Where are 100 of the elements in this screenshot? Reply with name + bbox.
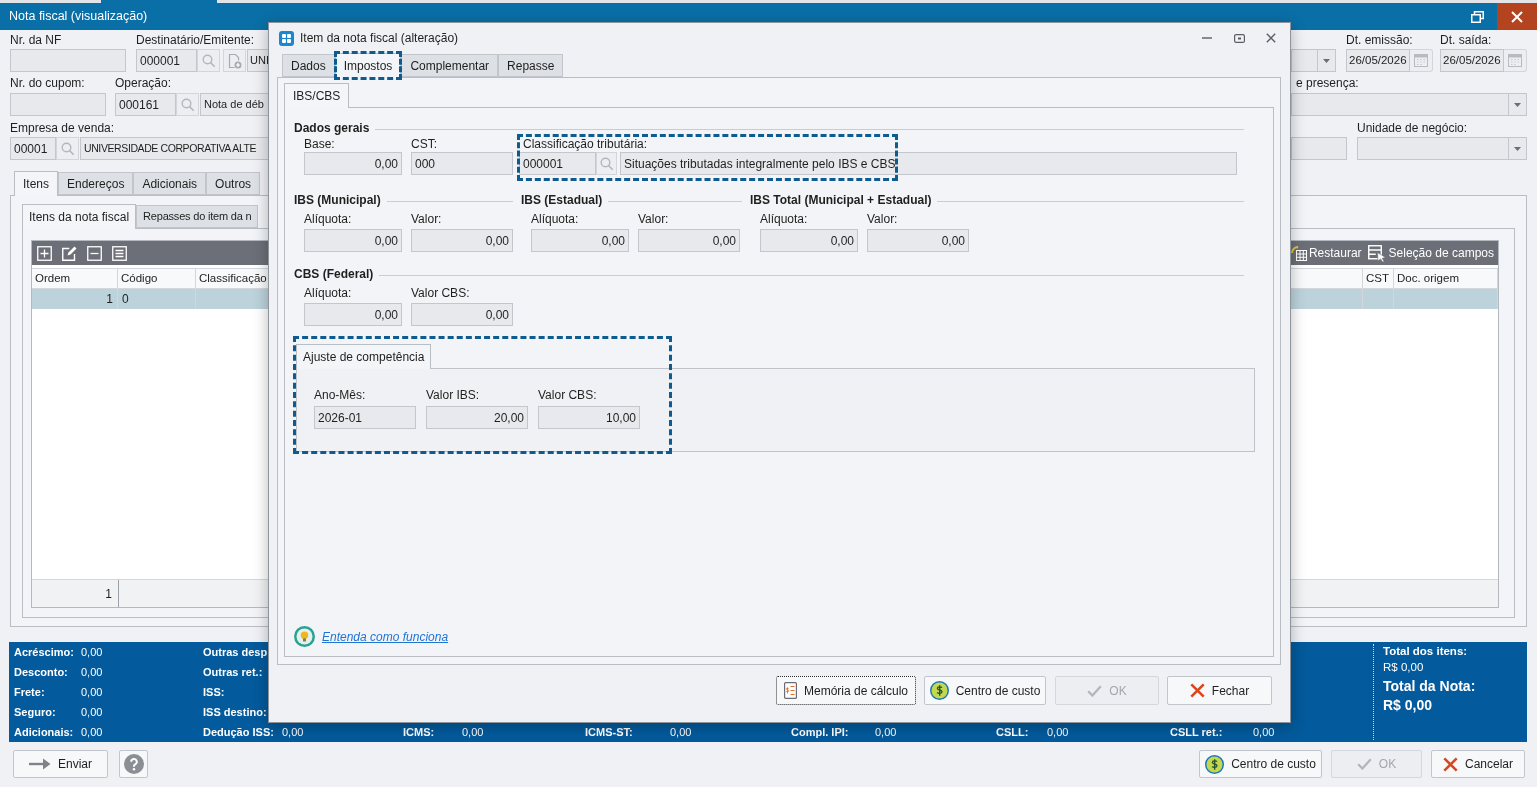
summary-value: 0,00	[282, 724, 304, 740]
field-label: e presença:	[1295, 76, 1360, 90]
tab[interactable]: Itens da nota fiscal	[22, 204, 137, 229]
tab[interactable]: Repasse	[498, 54, 564, 77]
close-icon	[1511, 10, 1523, 23]
text-field[interactable]: 10,00	[538, 406, 640, 429]
summary-label: Dedução ISS:	[203, 724, 275, 740]
text-field[interactable]: 000	[411, 152, 513, 175]
tab[interactable]: Dados	[282, 54, 335, 77]
add-button[interactable]	[35, 243, 54, 263]
help-icon	[123, 754, 144, 774]
cost-center-button[interactable]: Centro de custo	[924, 676, 1046, 705]
tab[interactable]: Itens	[14, 171, 58, 196]
total-value: R$ 0,00	[1383, 697, 1434, 714]
text-field[interactable]: 0,00	[638, 229, 740, 252]
text-field[interactable]: 0,00	[867, 229, 969, 252]
text-field[interactable]: UNI	[247, 49, 271, 72]
calendar-button[interactable]	[1504, 49, 1527, 72]
add-document-button[interactable]	[223, 49, 246, 72]
column-header[interactable]: Código	[121, 269, 158, 288]
field-label: Alíquota:	[304, 212, 353, 226]
list-button[interactable]	[110, 243, 129, 263]
help-link[interactable]: Entenda como funciona	[322, 627, 449, 646]
restore-button[interactable]: Restaurar	[1290, 244, 1362, 262]
summary-label: Seguro:	[14, 704, 57, 720]
document-add-icon	[227, 52, 242, 69]
column-header[interactable]: CST	[1366, 269, 1389, 288]
cost-center-button[interactable]: Centro de custo	[1199, 750, 1322, 778]
table-cell-text: 0	[122, 291, 129, 308]
table-cursor-icon	[1367, 244, 1386, 262]
remove-button[interactable]	[85, 243, 104, 263]
column-header[interactable]: Ordem	[35, 269, 71, 288]
row-count: 1	[105, 585, 112, 603]
field-label: Valor CBS:	[411, 286, 471, 300]
search-button[interactable]	[56, 137, 79, 160]
dropdown-field[interactable]	[1291, 49, 1336, 72]
text-field[interactable]: 0,00	[304, 229, 402, 252]
search-button[interactable]	[176, 93, 199, 116]
close-icon	[1266, 33, 1276, 43]
field-label: Alíquota:	[760, 212, 809, 226]
total-value: R$ 0,00	[1383, 660, 1425, 674]
text-field[interactable]: UNIVERSIDADE CORPORATIVA ALTE	[80, 137, 270, 160]
field-label: Operação:	[115, 76, 173, 90]
summary-value: 0,00	[1047, 724, 1069, 740]
field-label: Valor:	[638, 212, 670, 226]
tab[interactable]: Ajuste de competência	[296, 344, 432, 369]
summary-value: 0,00	[462, 724, 484, 740]
tab[interactable]: Endereços	[58, 172, 134, 195]
text-field[interactable]: Situações tributadas integralmente pelo IBS e CBS.	[620, 152, 1237, 175]
text-field[interactable]	[1291, 137, 1347, 160]
help-button[interactable]	[119, 750, 148, 778]
date-field[interactable]: 26/05/2026	[1440, 49, 1504, 72]
search-button[interactable]	[596, 152, 617, 175]
text-field[interactable]: Nota de déb	[200, 93, 270, 116]
text-field[interactable]: 0,00	[411, 303, 513, 326]
search-button[interactable]	[197, 49, 220, 72]
calendar-button[interactable]	[1410, 49, 1433, 72]
cancel-button[interactable]: Cancelar	[1431, 750, 1525, 778]
tab[interactable]: Adicionais	[133, 172, 207, 195]
text-field[interactable]: 000001	[519, 152, 596, 175]
field-label: Base:	[304, 137, 336, 151]
send-button[interactable]: Enviar	[13, 750, 108, 778]
summary-value: 0,00	[875, 724, 897, 740]
date-field[interactable]: 26/05/2026	[1346, 49, 1410, 72]
text-field[interactable]	[10, 93, 106, 116]
calculation-memory-button[interactable]: Memória de cálculo	[776, 676, 916, 705]
field-selection-button[interactable]: Seleção de campos	[1367, 244, 1494, 262]
search-icon	[181, 98, 194, 111]
window-close-button[interactable]	[1497, 3, 1537, 30]
calendar-icon	[1508, 54, 1522, 67]
table-refresh-icon	[1290, 245, 1307, 261]
column-header[interactable]: Doc. origem	[1397, 269, 1459, 288]
column-header[interactable]: Classificação	[199, 269, 267, 288]
summary-value: 0,00	[81, 724, 103, 740]
text-field[interactable]: 0,00	[531, 229, 629, 252]
summary-value: 0,00	[81, 684, 103, 700]
dropdown-field[interactable]	[1291, 93, 1527, 116]
search-icon	[202, 54, 215, 67]
close-button[interactable]: Fechar	[1167, 676, 1272, 705]
field-label: Dt. saída:	[1440, 33, 1493, 47]
summary-label: Frete:	[14, 684, 46, 700]
text-field[interactable]: 0,00	[304, 152, 402, 175]
text-field[interactable]: 0,00	[760, 229, 858, 252]
tab[interactable]: Repasses do item da n	[136, 205, 259, 228]
text-field[interactable]: 0,00	[411, 229, 513, 252]
text-field[interactable]: 20,00	[426, 406, 528, 429]
text-field[interactable]: 0,00	[304, 303, 402, 326]
dialog-title: Item da nota fiscal (alteração)	[300, 30, 459, 47]
tab[interactable]: Complementar	[401, 54, 499, 77]
x-icon	[1443, 756, 1458, 772]
text-field[interactable]: 000161	[115, 93, 176, 116]
text-field[interactable]: 00001	[10, 137, 56, 160]
text-field[interactable]: 2026-01	[314, 406, 416, 429]
tab[interactable]: Outros	[206, 172, 261, 195]
summary-label: Outras desp	[203, 644, 268, 660]
tab[interactable]: IBS/CBS	[284, 83, 350, 108]
text-field[interactable]: 000001	[136, 49, 197, 72]
caret-icon	[1323, 58, 1330, 63]
dropdown-field[interactable]	[1357, 137, 1527, 160]
text-field[interactable]	[10, 49, 126, 72]
